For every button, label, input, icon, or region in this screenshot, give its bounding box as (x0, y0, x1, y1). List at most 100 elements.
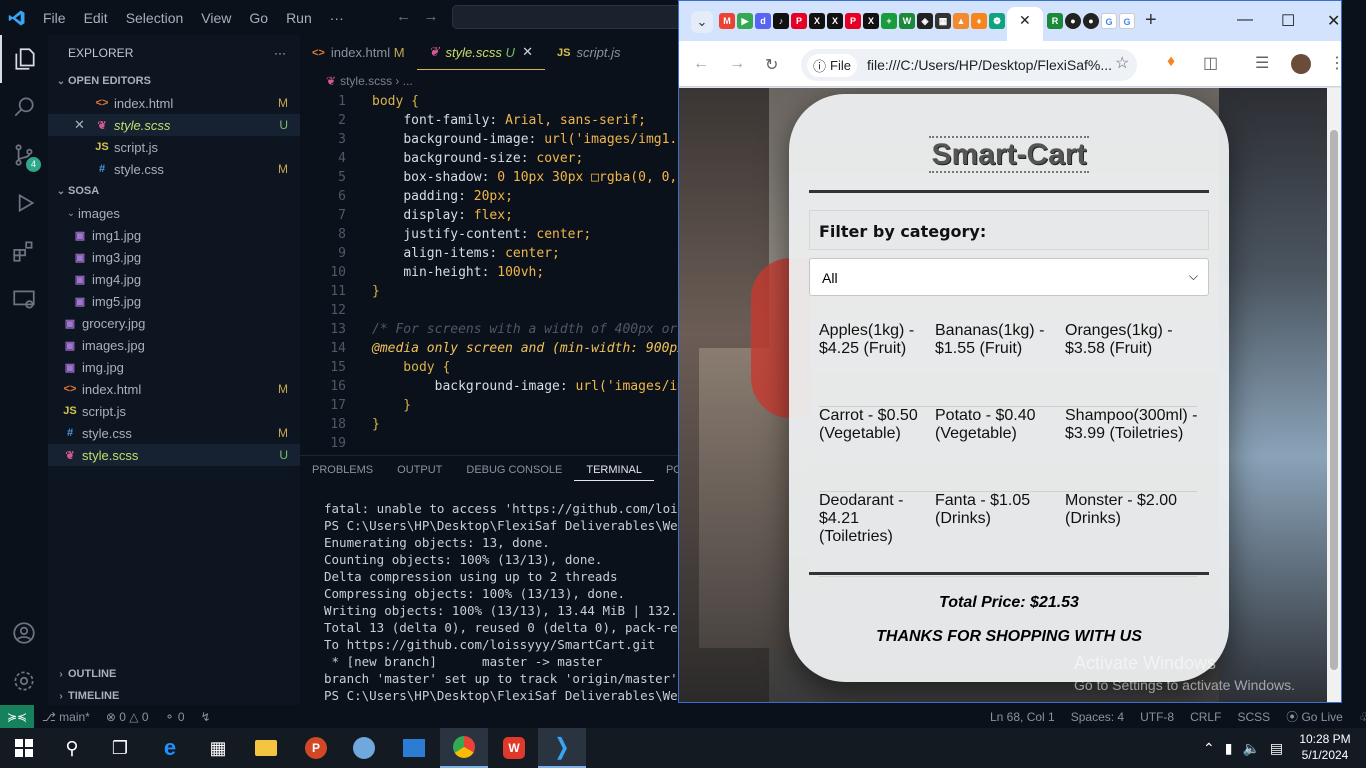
file-item[interactable]: ❦ style.scss U (48, 444, 300, 466)
menu-run[interactable]: Run (277, 10, 321, 26)
line-endings[interactable]: CRLF (1182, 710, 1229, 724)
accounts-icon[interactable] (0, 609, 48, 657)
close-tab-icon[interactable]: ✕ (1019, 12, 1031, 29)
gmail-tab-icon[interactable]: M (719, 13, 735, 29)
tab-problems[interactable]: PROBLEMS (300, 464, 385, 476)
site-tab-icon[interactable]: ▦ (935, 13, 951, 29)
taskbar-clock[interactable]: 10:28 PM 5/1/2024 (1298, 731, 1352, 763)
product-item[interactable]: Deodarant - $4.21 (Toiletries) (819, 492, 935, 546)
product-item[interactable]: Bananas(1kg) - $1.55 (Fruit) (935, 322, 1051, 358)
google-tab-icon[interactable]: G (1119, 13, 1135, 29)
cursor-position[interactable]: Ln 68, Col 1 (982, 710, 1063, 724)
file-item[interactable]: ▣ grocery.jpg (48, 312, 300, 334)
product-item[interactable]: Oranges(1kg) - $3.58 (Fruit) (1065, 322, 1201, 358)
battery-icon[interactable]: ▮ (1220, 740, 1238, 757)
file-item[interactable]: ▣ images.jpg (48, 334, 300, 356)
app-icon[interactable] (390, 728, 438, 768)
chrome-icon[interactable] (440, 728, 488, 768)
scrollbar-thumb[interactable] (1330, 130, 1338, 670)
pinterest-tab-icon[interactable]: P (845, 13, 861, 29)
menu-view[interactable]: View (192, 10, 240, 26)
tab-terminal[interactable]: TERMINAL (574, 464, 654, 481)
forward-icon[interactable]: → (729, 55, 745, 73)
reload-icon[interactable]: ↻ (765, 55, 778, 75)
notifications-bell-icon[interactable]: ♧ (1351, 710, 1366, 724)
timeline-header[interactable]: › TIMELINE (48, 685, 300, 707)
new-tab-button[interactable]: + (1145, 9, 1157, 32)
folder-item[interactable]: ⌄ images (48, 202, 300, 224)
extensions-puzzle-icon[interactable]: ◫ (1203, 53, 1218, 73)
search-icon[interactable]: ⚲ (48, 728, 96, 768)
maximize-icon[interactable]: ☐ (1281, 11, 1295, 31)
remote-explorer-icon[interactable] (0, 275, 48, 323)
metamask-extension-icon[interactable]: ♦ (1167, 53, 1175, 71)
source-control-icon[interactable]: 4 (0, 131, 48, 179)
problems-indicator[interactable]: ⊗ 0 △ 0 (98, 710, 157, 724)
tray-expand-icon[interactable]: ⌃ (1198, 740, 1220, 757)
volume-icon[interactable]: 🔈 (1237, 740, 1264, 757)
category-select[interactable]: All ⌵ (809, 258, 1209, 296)
x-tab-icon[interactable]: X (827, 13, 843, 29)
x-tab-icon[interactable]: X (809, 13, 825, 29)
file-item[interactable]: ▣ img5.jpg (48, 290, 300, 312)
product-item[interactable]: Shampoo(300ml) - $3.99 (Toiletries) (1065, 407, 1201, 443)
chatgpt-tab-icon[interactable]: ❁ (989, 13, 1005, 29)
vscode-taskbar-icon[interactable]: ❭ (538, 728, 586, 768)
wps-icon[interactable]: W (490, 728, 538, 768)
branch-indicator[interactable]: ⎇ main* (34, 710, 98, 724)
notification-icon[interactable]: ▤ (1265, 740, 1288, 757)
media-control-icon[interactable]: ☰ (1255, 53, 1269, 73)
tab-search-icon[interactable]: ⌄ (691, 11, 713, 33)
info-indicator[interactable]: ⚬ 0 (157, 710, 193, 724)
open-editor-item[interactable]: <> index.html M (48, 92, 300, 114)
product-item[interactable]: Apples(1kg) - $4.25 (Fruit) (819, 322, 935, 358)
chrome-menu-icon[interactable]: ⋮ (1329, 53, 1345, 73)
file-item[interactable]: ▣ img1.jpg (48, 224, 300, 246)
command-center[interactable] (452, 5, 682, 29)
run-debug-icon[interactable] (0, 179, 48, 227)
close-icon[interactable]: ✕ (74, 117, 94, 133)
site-tab-icon[interactable]: ◈ (917, 13, 933, 29)
file-item[interactable]: ▣ img.jpg (48, 356, 300, 378)
site-tab-icon[interactable]: ▲ (953, 13, 969, 29)
metamask-tab-icon[interactable]: ♦ (971, 13, 987, 29)
product-item[interactable]: Carrot - $0.50 (Vegetable) (819, 407, 935, 443)
nav-back-icon[interactable]: ← → (396, 8, 439, 25)
tab-index-html[interactable]: <> index.html M (300, 35, 417, 70)
start-windows-icon[interactable] (0, 728, 48, 768)
menu-go[interactable]: Go (240, 10, 277, 26)
remote-indicator-icon[interactable]: ≽≼ (0, 705, 34, 728)
open-editor-item[interactable]: JS script.js (48, 136, 300, 158)
folder-header[interactable]: ⌄ SOSA (48, 180, 300, 202)
active-tab[interactable]: ✕ (1007, 7, 1043, 41)
extensions-icon[interactable] (0, 227, 48, 275)
go-live-button[interactable]: ⦿ Go Live (1278, 708, 1351, 725)
tab-script-js[interactable]: JS script.js (545, 35, 633, 70)
profile-avatar[interactable] (1291, 54, 1311, 74)
terminal-output[interactable]: fatal: unable to access 'https://github.… (300, 484, 708, 704)
file-item[interactable]: <> index.html M (48, 378, 300, 400)
indentation[interactable]: Spaces: 4 (1063, 710, 1132, 724)
x-tab-icon[interactable]: X (863, 13, 879, 29)
app-icon[interactable] (340, 728, 388, 768)
page-scrollbar[interactable] (1327, 88, 1341, 702)
google-tab-icon[interactable]: G (1101, 13, 1117, 29)
w-tab-icon[interactable]: W (899, 13, 915, 29)
menu-selection[interactable]: Selection (117, 10, 193, 26)
product-item[interactable]: Monster - $2.00 (Drinks) (1065, 492, 1201, 528)
file-item[interactable]: # style.css M (48, 422, 300, 444)
tab-debug-console[interactable]: DEBUG CONSOLE (454, 464, 574, 476)
open-editors-header[interactable]: ⌄ OPEN EDITORS (48, 70, 300, 92)
discord-tab-icon[interactable]: d (755, 13, 771, 29)
settings-gear-icon[interactable] (0, 657, 48, 705)
pinterest-tab-icon[interactable]: P (791, 13, 807, 29)
explorer-more-icon[interactable]: ··· (274, 46, 286, 60)
powerpoint-icon[interactable]: P (292, 728, 340, 768)
green-tab-icon[interactable]: + (881, 13, 897, 29)
tab-output[interactable]: OUTPUT (385, 464, 454, 476)
back-icon[interactable]: ← (693, 55, 709, 73)
minimize-icon[interactable]: — (1237, 11, 1253, 29)
encoding[interactable]: UTF-8 (1132, 710, 1182, 724)
open-editor-item[interactable]: ✕ ❦ style.scss U (48, 114, 300, 136)
lightning-icon[interactable]: ↯ (193, 710, 219, 724)
